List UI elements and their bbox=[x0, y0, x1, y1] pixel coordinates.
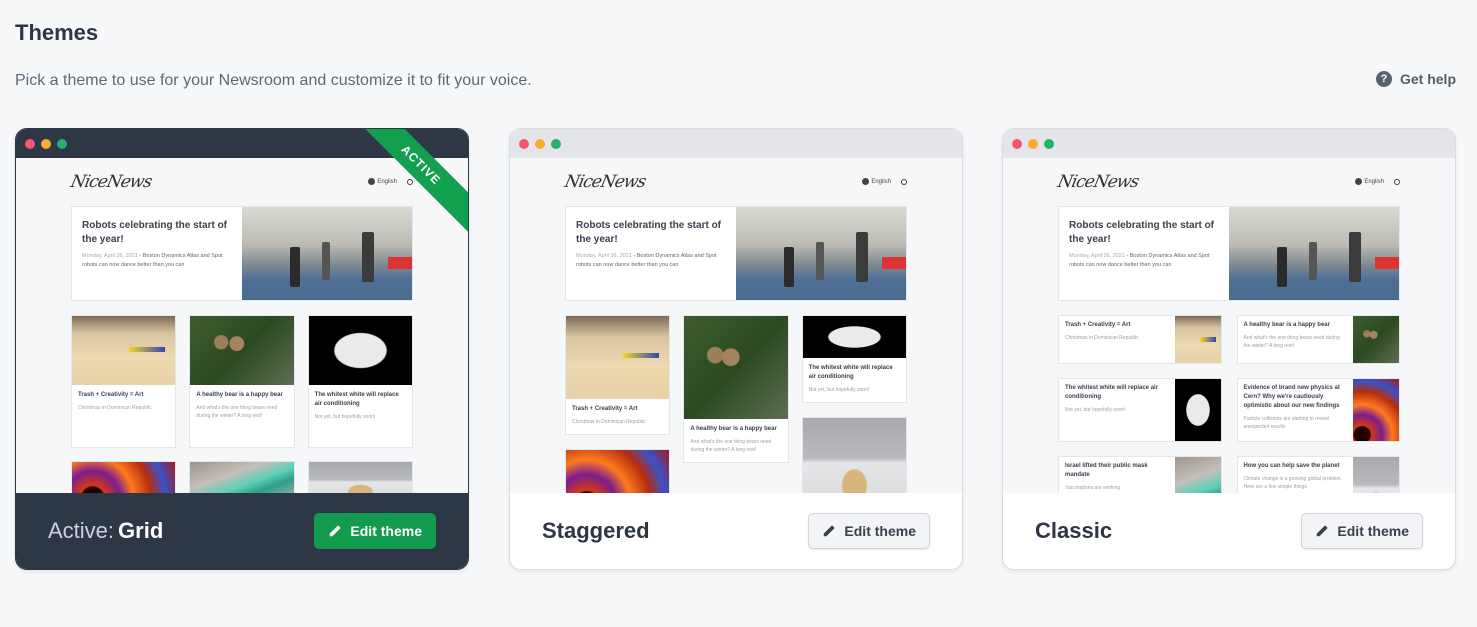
preview-article-grid: Trash + Creativity = Art Christmas in Dom… bbox=[71, 315, 413, 448]
article-card: A healthy bear is a happy bear And what's… bbox=[189, 315, 295, 448]
window-dot-yellow-icon bbox=[41, 138, 51, 149]
article-card: A healthy bear is a happy bear And what's… bbox=[1236, 315, 1400, 364]
theme-card-footer: Classic Edit theme bbox=[1003, 493, 1455, 569]
browser-chrome bbox=[510, 129, 962, 158]
theme-preview-classic: NiceNews English Robots celebrating the … bbox=[1003, 158, 1455, 494]
article-image-polar-bear bbox=[802, 418, 906, 493]
hero-title: Robots celebrating the start of the year… bbox=[82, 220, 228, 245]
article-card bbox=[307, 461, 413, 494]
article-card: Trash + Creativity = Art Christmas in Dom… bbox=[71, 315, 177, 448]
article-image-white-paint bbox=[308, 316, 412, 385]
preview-site-header: NiceNews English bbox=[1055, 170, 1400, 194]
window-dot-red-icon bbox=[25, 138, 35, 149]
article-card: Trash + Creativity = Art Christmas in Dom… bbox=[1058, 315, 1222, 364]
article-image-cern bbox=[72, 462, 176, 494]
preview-logo: NiceNews bbox=[562, 172, 648, 192]
hero-image-robots bbox=[736, 207, 906, 300]
article-card bbox=[71, 461, 177, 494]
globe-icon bbox=[1355, 178, 1363, 186]
article-card bbox=[565, 449, 671, 493]
article-card: The whitest white will replace air condi… bbox=[1058, 378, 1222, 442]
article-image-bears bbox=[684, 316, 788, 419]
get-help-link[interactable]: ? Get help bbox=[1375, 71, 1456, 87]
article-image-bears bbox=[1353, 316, 1399, 363]
globe-icon bbox=[368, 178, 376, 186]
article-image-polar-bear bbox=[308, 462, 412, 494]
article-image-swing bbox=[566, 316, 670, 399]
article-image-white-paint bbox=[802, 316, 906, 358]
article-image-swing bbox=[1174, 316, 1221, 363]
preview-site-header: NiceNews English bbox=[562, 170, 907, 194]
article-image-polar-bear bbox=[1353, 457, 1399, 493]
preview-language: English bbox=[377, 179, 397, 186]
preview-hero: Robots celebrating the start of the year… bbox=[565, 206, 907, 301]
window-dot-red-icon bbox=[519, 138, 529, 149]
hero-date: Monday, April 26, 2021 bbox=[82, 253, 138, 259]
article-card: The whitest white will replace air condi… bbox=[307, 315, 413, 448]
theme-preview-grid: NiceNews English Robots celebrating the … bbox=[16, 158, 468, 494]
theme-name: Staggered bbox=[542, 518, 650, 543]
article-card: Israel lifted their public mask mandate V… bbox=[1058, 456, 1222, 493]
page-subtitle: Pick a theme to use for your Newsroom an… bbox=[15, 72, 532, 89]
article-card: How you can help save the planet Climate … bbox=[1236, 456, 1400, 493]
article-card bbox=[189, 461, 295, 494]
article-image-swing bbox=[72, 316, 176, 385]
edit-theme-button[interactable]: Edit theme bbox=[314, 513, 436, 549]
window-dot-green-icon bbox=[57, 138, 67, 149]
preview-article-list: Trash + Creativity = Art Christmas in Dom… bbox=[1058, 315, 1400, 493]
theme-preview-staggered: NiceNews English Robots celebrating the … bbox=[510, 158, 962, 494]
edit-theme-button[interactable]: Edit theme bbox=[808, 513, 930, 549]
article-card: Trash + Creativity = Art Christmas in Dom… bbox=[565, 315, 671, 435]
theme-name: Active: Grid bbox=[48, 518, 164, 543]
preview-site-header: NiceNews English bbox=[68, 170, 413, 194]
theme-card-footer: Staggered Edit theme bbox=[510, 493, 962, 569]
article-card: The whitest white will replace air condi… bbox=[801, 315, 907, 403]
article-card: A healthy bear is a happy bear And what's… bbox=[683, 315, 789, 463]
window-dot-red-icon bbox=[1012, 138, 1022, 149]
browser-chrome bbox=[1003, 129, 1455, 158]
article-image-mask bbox=[1174, 457, 1221, 493]
theme-card-grid[interactable]: ACTIVE NiceNews English Robots celebrati… bbox=[15, 128, 469, 570]
preview-article-staggered: Trash + Creativity = Art Christmas in Dom… bbox=[565, 315, 907, 493]
theme-card-classic[interactable]: NiceNews English Robots celebrating the … bbox=[1002, 128, 1456, 570]
theme-name: Classic bbox=[1035, 518, 1113, 543]
search-icon bbox=[407, 178, 413, 185]
pencil-icon bbox=[824, 525, 836, 537]
question-circle-icon: ? bbox=[1375, 71, 1392, 87]
window-dot-green-icon bbox=[1044, 138, 1054, 149]
search-icon bbox=[1394, 178, 1400, 185]
theme-card-footer: Active: Grid Edit theme bbox=[16, 493, 468, 569]
window-dot-green-icon bbox=[551, 138, 561, 149]
window-dot-yellow-icon bbox=[535, 138, 545, 149]
preview-hero: Robots celebrating the start of the year… bbox=[71, 206, 413, 301]
theme-card-staggered[interactable]: NiceNews English Robots celebrating the … bbox=[509, 128, 963, 570]
article-card: Evidence of brand new physics at Cern? W… bbox=[1236, 378, 1400, 442]
article-image-cern bbox=[1353, 379, 1399, 441]
page-title: Themes bbox=[15, 20, 99, 45]
pencil-icon bbox=[330, 525, 342, 537]
get-help-label: Get help bbox=[1399, 71, 1456, 87]
article-card bbox=[801, 417, 907, 493]
globe-icon bbox=[862, 178, 870, 186]
article-image-white-paint bbox=[1174, 379, 1221, 441]
preview-hero: Robots celebrating the start of the year… bbox=[1058, 206, 1400, 301]
active-prefix: Active: bbox=[48, 518, 115, 543]
hero-image-robots bbox=[1229, 207, 1399, 300]
preview-logo: NiceNews bbox=[1055, 172, 1141, 192]
article-image-mask bbox=[190, 462, 294, 494]
article-image-bears bbox=[190, 316, 294, 385]
preview-logo: NiceNews bbox=[68, 172, 154, 192]
pencil-icon bbox=[1317, 525, 1329, 537]
search-icon bbox=[901, 178, 907, 185]
article-image-cern bbox=[566, 450, 670, 493]
edit-theme-button[interactable]: Edit theme bbox=[1301, 513, 1423, 549]
hero-image-robots bbox=[242, 207, 412, 300]
window-dot-yellow-icon bbox=[1028, 138, 1038, 149]
